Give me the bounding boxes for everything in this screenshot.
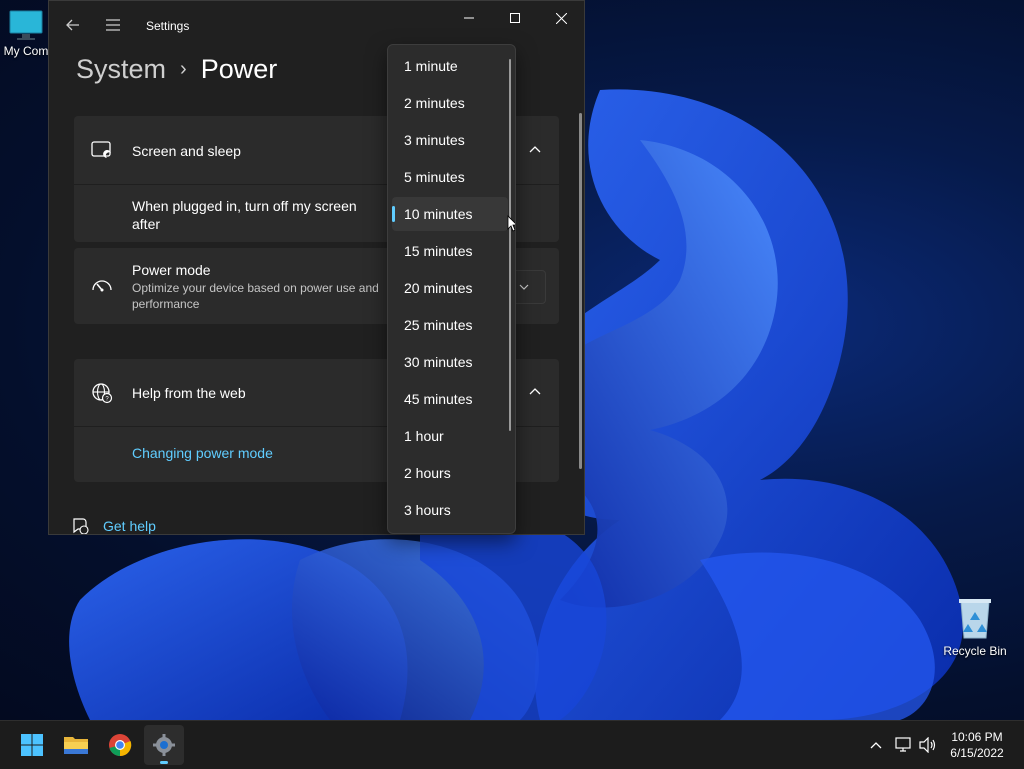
clock-time: 10:06 PM <box>951 730 1003 744</box>
dropdown-option[interactable]: 30 minutes <box>392 345 508 379</box>
get-help-label: Get help <box>103 518 156 534</box>
get-help-link[interactable]: Get help <box>71 517 156 534</box>
dropdown-option[interactable]: 5 minutes <box>392 160 508 194</box>
taskbar: 10:06 PM 6/15/2022 <box>0 720 1024 769</box>
dropdown-option[interactable]: 45 minutes <box>392 382 508 416</box>
clock-date: 6/15/2022 <box>950 746 1004 760</box>
dropdown-scrollbar[interactable] <box>509 59 511 431</box>
close-icon <box>555 12 567 24</box>
my-computer-desktop-icon[interactable]: My Com <box>0 8 52 58</box>
settings-scrollbar[interactable] <box>579 113 582 469</box>
file-explorer-icon <box>64 737 88 754</box>
chrome-button[interactable] <box>100 725 140 765</box>
close-button[interactable] <box>538 1 584 35</box>
settings-taskbar-button[interactable] <box>144 725 184 765</box>
dropdown-option[interactable]: 1 minute <box>392 49 508 83</box>
dropdown-option[interactable]: 20 minutes <box>392 271 508 305</box>
monitor-icon <box>9 10 43 40</box>
recycle-bin-icon <box>959 599 991 639</box>
speaker-icon <box>919 737 936 753</box>
dropdown-option[interactable]: 3 minutes <box>392 123 508 157</box>
recycle-bin-desktop-icon[interactable]: Recycle Bin <box>938 596 1012 658</box>
dropdown-option[interactable]: 25 minutes <box>392 308 508 342</box>
screen-sleep-icon <box>90 138 114 162</box>
back-button[interactable] <box>57 9 89 41</box>
network-button[interactable] <box>894 735 914 755</box>
page-title: Power <box>200 53 278 84</box>
minimize-icon <box>464 17 474 19</box>
help-label: Help from the web <box>132 385 246 401</box>
title-bar[interactable]: Settings <box>49 1 584 49</box>
breadcrumb-separator: › <box>180 57 187 80</box>
hamburger-icon <box>106 19 120 31</box>
maximize-icon <box>510 13 520 23</box>
dropdown-option[interactable]: 15 minutes <box>392 234 508 268</box>
minimize-button[interactable] <box>446 1 492 35</box>
dropdown-option[interactable]: 10 minutes <box>392 197 508 231</box>
start-button[interactable] <box>12 725 52 765</box>
chevron-down-icon <box>519 284 529 290</box>
start-icon <box>21 734 43 756</box>
globe-help-icon: ? <box>90 381 114 405</box>
nav-menu-button[interactable] <box>97 9 129 41</box>
volume-button[interactable] <box>918 735 938 755</box>
back-arrow-icon <box>66 19 79 31</box>
settings-gear-icon <box>153 734 175 756</box>
breadcrumb: System › Power <box>76 49 277 89</box>
desktop: My Com Recycle Bin Settings System › Pow… <box>0 0 1024 720</box>
get-help-icon <box>73 518 89 534</box>
power-mode-label: Power mode <box>132 262 211 278</box>
dropdown-option[interactable]: 3 hours <box>392 493 508 527</box>
recycle-bin-label: Recycle Bin <box>943 644 1007 658</box>
chevron-up-icon[interactable] <box>527 142 543 158</box>
window-title: Settings <box>146 19 190 33</box>
show-hidden-icons-button[interactable] <box>866 735 886 755</box>
maximize-button[interactable] <box>492 1 538 35</box>
plugged-in-label: When plugged in, turn off my screen afte… <box>132 198 357 232</box>
chrome-icon <box>109 734 132 757</box>
my-computer-label: My Com <box>3 44 49 58</box>
screen-sleep-label: Screen and sleep <box>132 143 241 159</box>
chevron-up-icon[interactable] <box>527 384 543 400</box>
clock[interactable]: 10:06 PM 6/15/2022 <box>944 729 1010 761</box>
changing-power-mode-link[interactable]: Changing power mode <box>132 445 273 461</box>
network-icon <box>895 737 911 752</box>
dropdown-option[interactable]: 1 hour <box>392 419 508 453</box>
dropdown-option[interactable]: 2 minutes <box>392 86 508 120</box>
screen-timeout-dropdown-list[interactable]: 1 minute 2 minutes 3 minutes 5 minutes 10 mi… <box>387 44 516 534</box>
dropdown-option[interactable]: 2 hours <box>392 456 508 490</box>
mouse-cursor-icon <box>507 215 515 232</box>
power-mode-description: Optimize your device based on power use … <box>132 281 379 311</box>
breadcrumb-system[interactable]: System <box>76 54 166 85</box>
power-mode-icon <box>90 274 114 298</box>
chevron-up-icon <box>870 742 882 749</box>
file-explorer-button[interactable] <box>56 725 96 765</box>
